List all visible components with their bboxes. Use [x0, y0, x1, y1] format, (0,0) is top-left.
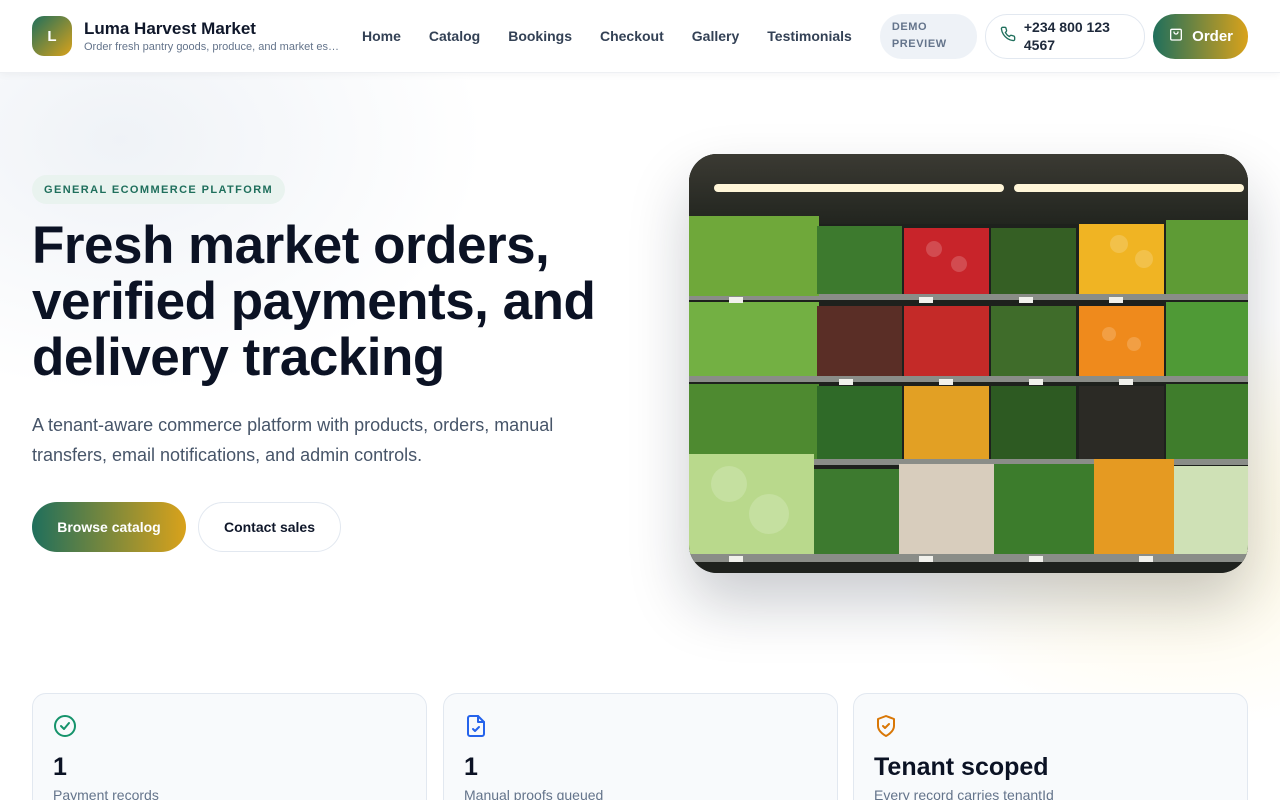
hero-title: Fresh market orders, verified payments, … — [32, 216, 596, 387]
phone-number: +234 800 123 4567 — [1023, 19, 1110, 53]
main-nav: Home Catalog Bookings Checkout Gallery T… — [362, 28, 880, 44]
stat-label: Every record carries tenantId — [874, 787, 1054, 800]
nav-testimonials[interactable]: Testimonials — [767, 28, 852, 44]
produce-shelves-photo — [689, 154, 1248, 573]
brand[interactable]: L Luma Harvest Market Order fresh pantry… — [32, 16, 348, 56]
phone-icon — [1000, 26, 1016, 47]
nav-catalog[interactable]: Catalog — [429, 28, 480, 44]
brand-tagline: Order fresh pantry goods, produce, and m… — [84, 40, 340, 53]
stat-card-manual-proofs: 1 Manual proofs queued — [443, 693, 838, 800]
brand-logo: L — [32, 16, 72, 56]
order-button[interactable]: Order — [1153, 13, 1248, 59]
shopping-bag-icon — [1168, 26, 1184, 46]
nav-bookings[interactable]: Bookings — [508, 28, 572, 44]
shield-check-icon — [874, 714, 898, 738]
check-circle-icon — [53, 714, 77, 738]
file-check-icon — [464, 714, 488, 738]
stat-card-payment-records: 1 Payment records — [32, 693, 427, 800]
hero-badge: GENERAL ECOMMERCE PLATFORM — [32, 175, 286, 204]
contact-sales-button[interactable]: Contact sales — [198, 502, 341, 552]
browse-catalog-button[interactable]: Browse catalog — [32, 502, 186, 552]
stat-label: Payment records — [53, 787, 159, 800]
stat-value: 1 — [464, 753, 478, 781]
nav-gallery[interactable]: Gallery — [692, 28, 739, 44]
nav-checkout[interactable]: Checkout — [600, 28, 664, 44]
order-label: Order — [1192, 27, 1234, 45]
hero-subtitle: A tenant-aware commerce platform with pr… — [32, 415, 554, 465]
stat-value: Tenant scoped — [874, 753, 1049, 781]
demo-preview-badge: DEMO PREVIEW — [879, 13, 977, 59]
brand-name: Luma Harvest Market — [84, 18, 256, 38]
phone-button[interactable]: +234 800 123 4567 — [984, 13, 1146, 59]
stat-label: Manual proofs queued — [464, 787, 604, 800]
stat-value: 1 — [53, 753, 67, 781]
site-header: L Luma Harvest Market Order fresh pantry… — [0, 0, 1280, 73]
stat-card-tenant-scoped: Tenant scoped Every record carries tenan… — [853, 693, 1248, 800]
nav-home[interactable]: Home — [362, 28, 401, 44]
